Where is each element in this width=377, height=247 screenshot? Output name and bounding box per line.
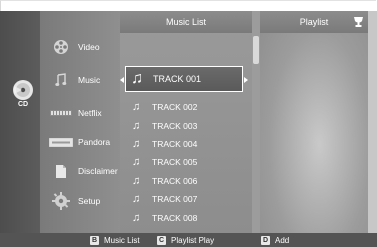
track-item[interactable]: ♫ TRACK 007 bbox=[132, 189, 240, 209]
music-list-header: Music List bbox=[120, 11, 252, 33]
track-label: TRACK 008 bbox=[152, 213, 198, 223]
music-note-icon: ♫ bbox=[132, 174, 141, 187]
left-arrow-icon bbox=[120, 77, 124, 83]
track-label: TRACK 003 bbox=[152, 121, 198, 131]
music-player-screen: CD Video Music Netflix Pandora Disclaime… bbox=[0, 0, 377, 247]
music-note-icon: ♫ bbox=[132, 155, 141, 168]
main-menu: Video Music Netflix Pandora Disclaimer S… bbox=[40, 11, 120, 233]
menu-item-label: Disclaimer bbox=[78, 166, 118, 176]
scrollbar-thumb[interactable] bbox=[253, 36, 259, 64]
menu-item-label: Music bbox=[78, 75, 101, 85]
track-item[interactable]: ♫ TRACK 005 bbox=[132, 152, 240, 172]
music-note-icon bbox=[48, 73, 74, 87]
right-edge-panel bbox=[368, 11, 377, 233]
music-note-icon: ♫ bbox=[132, 211, 141, 224]
b-button-icon: B bbox=[90, 235, 99, 245]
music-note-icon: ♫ bbox=[132, 192, 141, 205]
track-label: TRACK 004 bbox=[152, 139, 198, 149]
music-list-scrollbar[interactable] bbox=[252, 11, 260, 233]
playlist-panel: Playlist bbox=[260, 11, 368, 233]
cd-disc-icon: CD bbox=[10, 79, 36, 113]
right-arrow-icon bbox=[244, 77, 248, 83]
disc-label: CD bbox=[17, 101, 29, 108]
c-button-icon: C bbox=[157, 235, 166, 245]
playlist-title: Playlist bbox=[299, 17, 329, 27]
track-label: TRACK 007 bbox=[152, 194, 198, 204]
menu-item-label: Netflix bbox=[78, 108, 102, 118]
hint-playlist-play: C Playlist Play bbox=[157, 235, 214, 245]
hint-label: Playlist Play bbox=[171, 235, 215, 245]
menu-item-disclaimer[interactable]: Disclaimer bbox=[48, 158, 120, 184]
track-item[interactable]: ♫ TRACK 002 bbox=[132, 97, 240, 117]
track-item[interactable]: ♫ TRACK 006 bbox=[132, 171, 240, 191]
music-note-icon: ♫ bbox=[132, 137, 141, 150]
music-note-icon: ♫ bbox=[132, 100, 141, 113]
track-item[interactable]: ♫ TRACK 003 bbox=[132, 116, 240, 136]
film-reel-icon bbox=[48, 39, 74, 55]
disc-panel: CD bbox=[0, 11, 40, 233]
menu-item-video[interactable]: Video bbox=[48, 34, 120, 60]
document-icon bbox=[48, 164, 74, 179]
menu-item-label: Video bbox=[78, 42, 100, 52]
track-label: TRACK 006 bbox=[152, 176, 198, 186]
trophy-icon[interactable] bbox=[353, 16, 364, 28]
button-hint-bar: B Music List C Playlist Play D Add bbox=[0, 233, 377, 247]
gear-icon bbox=[48, 192, 74, 210]
menu-item-setup[interactable]: Setup bbox=[48, 188, 120, 214]
hint-label: Add bbox=[275, 235, 290, 245]
pandora-logo-icon bbox=[48, 137, 74, 147]
hint-label: Music List bbox=[104, 235, 140, 245]
track-label: TRACK 002 bbox=[152, 102, 198, 112]
netflix-logo-icon bbox=[48, 110, 74, 116]
music-list-panel: Music List ♫ TRACK 001 ♫ TRACK 002 ♫ TRA… bbox=[120, 11, 252, 233]
playlist-header: Playlist bbox=[260, 11, 368, 33]
hint-music-list: B Music List bbox=[90, 235, 140, 245]
track-item-selected[interactable]: ♫ TRACK 001 bbox=[125, 66, 243, 92]
music-note-icon: ♫ bbox=[132, 119, 141, 132]
track-item[interactable]: ♫ TRACK 008 bbox=[132, 208, 240, 228]
music-note-icon: ♫ bbox=[131, 70, 143, 87]
track-label: TRACK 001 bbox=[153, 74, 202, 84]
menu-item-label: Pandora bbox=[78, 137, 111, 147]
menu-item-pandora[interactable]: Pandora bbox=[48, 129, 120, 155]
menu-item-label: Setup bbox=[78, 196, 101, 206]
d-button-icon: D bbox=[261, 235, 270, 245]
menu-item-netflix[interactable]: Netflix bbox=[48, 100, 120, 126]
track-item[interactable]: ♫ TRACK 004 bbox=[132, 134, 240, 154]
track-label: TRACK 005 bbox=[152, 157, 198, 167]
hint-add: D Add bbox=[261, 235, 289, 245]
menu-item-music[interactable]: Music bbox=[48, 67, 120, 93]
